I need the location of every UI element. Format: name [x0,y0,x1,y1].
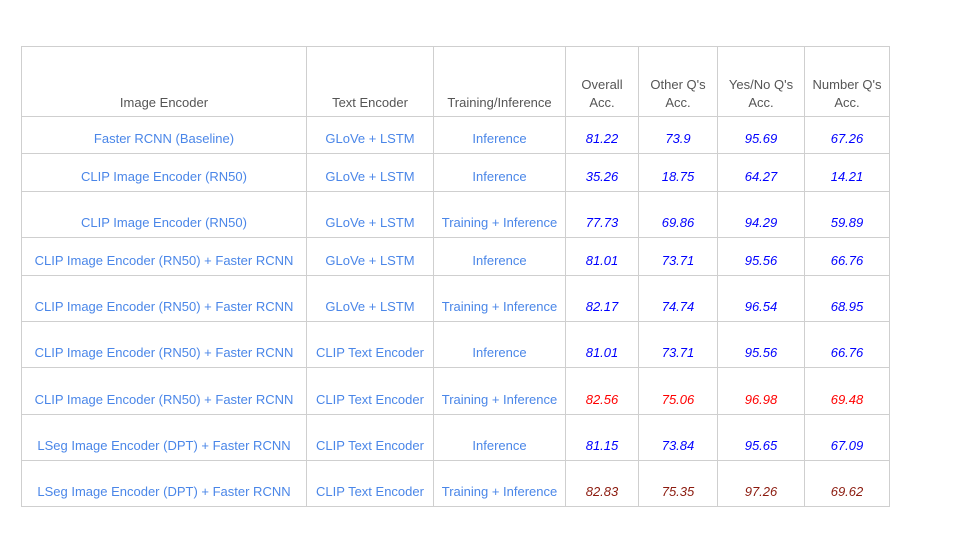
header-other-acc-line-2: Acc. [665,95,691,110]
cell-number-acc: 67.09 [804,414,890,461]
header-training-inference-line-1: Training/Inference [447,95,552,110]
cell-overall-acc: 35.26 [565,153,639,192]
cell-image-encoder: LSeg Image Encoder (DPT) + Faster RCNN [21,460,307,507]
cell-overall-acc: 82.17 [565,275,639,322]
cell-number-acc: 68.95 [804,275,890,322]
cell-other-acc: 75.06 [638,367,718,415]
cell-image-encoder: Faster RCNN (Baseline) [21,116,307,154]
cell-overall-acc: 82.56 [565,367,639,415]
cell-other-acc: 73.71 [638,237,718,276]
table-row: LSeg Image Encoder (DPT) + Faster RCNN C… [21,460,890,507]
table-row: CLIP Image Encoder (RN50) + Faster RCNN … [21,321,890,368]
header-yesno-acc-line-1: Yes/No Q's [728,77,794,92]
cell-yesno-acc: 95.65 [717,414,805,461]
header-number-acc-line-1: Number Q's [812,77,882,92]
cell-image-encoder: CLIP Image Encoder (RN50) + Faster RCNN [21,275,307,322]
cell-text-encoder: GLoVe + LSTM [306,153,434,192]
cell-training-inference: Inference [433,321,566,368]
cell-text-encoder: CLIP Text Encoder [306,414,434,461]
cell-image-encoder: CLIP Image Encoder (RN50) [21,153,307,192]
header-yesno-acc-line-2: Acc. [748,95,774,110]
cell-text-encoder: CLIP Text Encoder [306,367,434,415]
cell-image-encoder: CLIP Image Encoder (RN50) + Faster RCNN [21,367,307,415]
header-overall-acc-line-2: Acc. [589,95,615,110]
cell-other-acc: 73.84 [638,414,718,461]
cell-overall-acc: 77.73 [565,191,639,238]
header-yesno-acc: Yes/No Q's Acc. [717,46,805,117]
cell-text-encoder: GLoVe + LSTM [306,237,434,276]
cell-overall-acc: 82.83 [565,460,639,507]
cell-number-acc: 67.26 [804,116,890,154]
cell-image-encoder: CLIP Image Encoder (RN50) [21,191,307,238]
cell-training-inference: Inference [433,153,566,192]
table-row: CLIP Image Encoder (RN50) GLoVe + LSTM I… [21,153,890,192]
header-text-encoder-line-1: Text Encoder [332,95,408,110]
header-training-inference: Training/Inference [433,46,566,117]
cell-other-acc: 73.9 [638,116,718,154]
header-image-encoder: Image Encoder [21,46,307,117]
cell-number-acc: 66.76 [804,237,890,276]
cell-other-acc: 75.35 [638,460,718,507]
results-table: Image Encoder Text Encoder Training/Infe… [21,46,890,507]
cell-text-encoder: CLIP Text Encoder [306,460,434,507]
table-row: CLIP Image Encoder (RN50) GLoVe + LSTM T… [21,191,890,238]
header-image-encoder-line-1: Image Encoder [119,95,209,110]
cell-image-encoder: LSeg Image Encoder (DPT) + Faster RCNN [21,414,307,461]
cell-overall-acc: 81.22 [565,116,639,154]
header-other-acc: Other Q's Acc. [638,46,718,117]
cell-yesno-acc: 95.56 [717,321,805,368]
cell-other-acc: 18.75 [638,153,718,192]
header-other-acc-line-1: Other Q's [650,77,706,92]
cell-other-acc: 69.86 [638,191,718,238]
cell-overall-acc: 81.01 [565,237,639,276]
cell-training-inference: Training + Inference [433,460,566,507]
cell-yesno-acc: 64.27 [717,153,805,192]
cell-yesno-acc: 96.54 [717,275,805,322]
header-overall-acc-line-1: Overall [581,77,623,92]
header-text-encoder: Text Encoder [306,46,434,117]
cell-text-encoder: GLoVe + LSTM [306,116,434,154]
cell-yesno-acc: 97.26 [717,460,805,507]
header-number-acc: Number Q's Acc. [804,46,890,117]
table-row: CLIP Image Encoder (RN50) + Faster RCNN … [21,237,890,276]
cell-number-acc: 66.76 [804,321,890,368]
cell-yesno-acc: 95.69 [717,116,805,154]
table-row: CLIP Image Encoder (RN50) + Faster RCNN … [21,367,890,415]
table-row: CLIP Image Encoder (RN50) + Faster RCNN … [21,275,890,322]
cell-training-inference: Training + Inference [433,191,566,238]
cell-text-encoder: CLIP Text Encoder [306,321,434,368]
cell-yesno-acc: 94.29 [717,191,805,238]
cell-training-inference: Inference [433,116,566,154]
cell-image-encoder: CLIP Image Encoder (RN50) + Faster RCNN [21,321,307,368]
cell-number-acc: 69.62 [804,460,890,507]
header-row: Image Encoder Text Encoder Training/Infe… [21,46,890,117]
cell-overall-acc: 81.01 [565,321,639,368]
cell-training-inference: Inference [433,237,566,276]
cell-image-encoder: CLIP Image Encoder (RN50) + Faster RCNN [21,237,307,276]
cell-yesno-acc: 95.56 [717,237,805,276]
cell-text-encoder: GLoVe + LSTM [306,275,434,322]
cell-yesno-acc: 96.98 [717,367,805,415]
header-overall-acc: Overall Acc. [565,46,639,117]
cell-number-acc: 69.48 [804,367,890,415]
cell-text-encoder: GLoVe + LSTM [306,191,434,238]
cell-other-acc: 74.74 [638,275,718,322]
cell-overall-acc: 81.15 [565,414,639,461]
header-number-acc-line-2: Acc. [834,95,860,110]
cell-training-inference: Training + Inference [433,275,566,322]
cell-other-acc: 73.71 [638,321,718,368]
cell-number-acc: 59.89 [804,191,890,238]
cell-training-inference: Inference [433,414,566,461]
table-row: LSeg Image Encoder (DPT) + Faster RCNN C… [21,414,890,461]
table-row: Faster RCNN (Baseline) GLoVe + LSTM Infe… [21,116,890,154]
cell-number-acc: 14.21 [804,153,890,192]
cell-training-inference: Training + Inference [433,367,566,415]
